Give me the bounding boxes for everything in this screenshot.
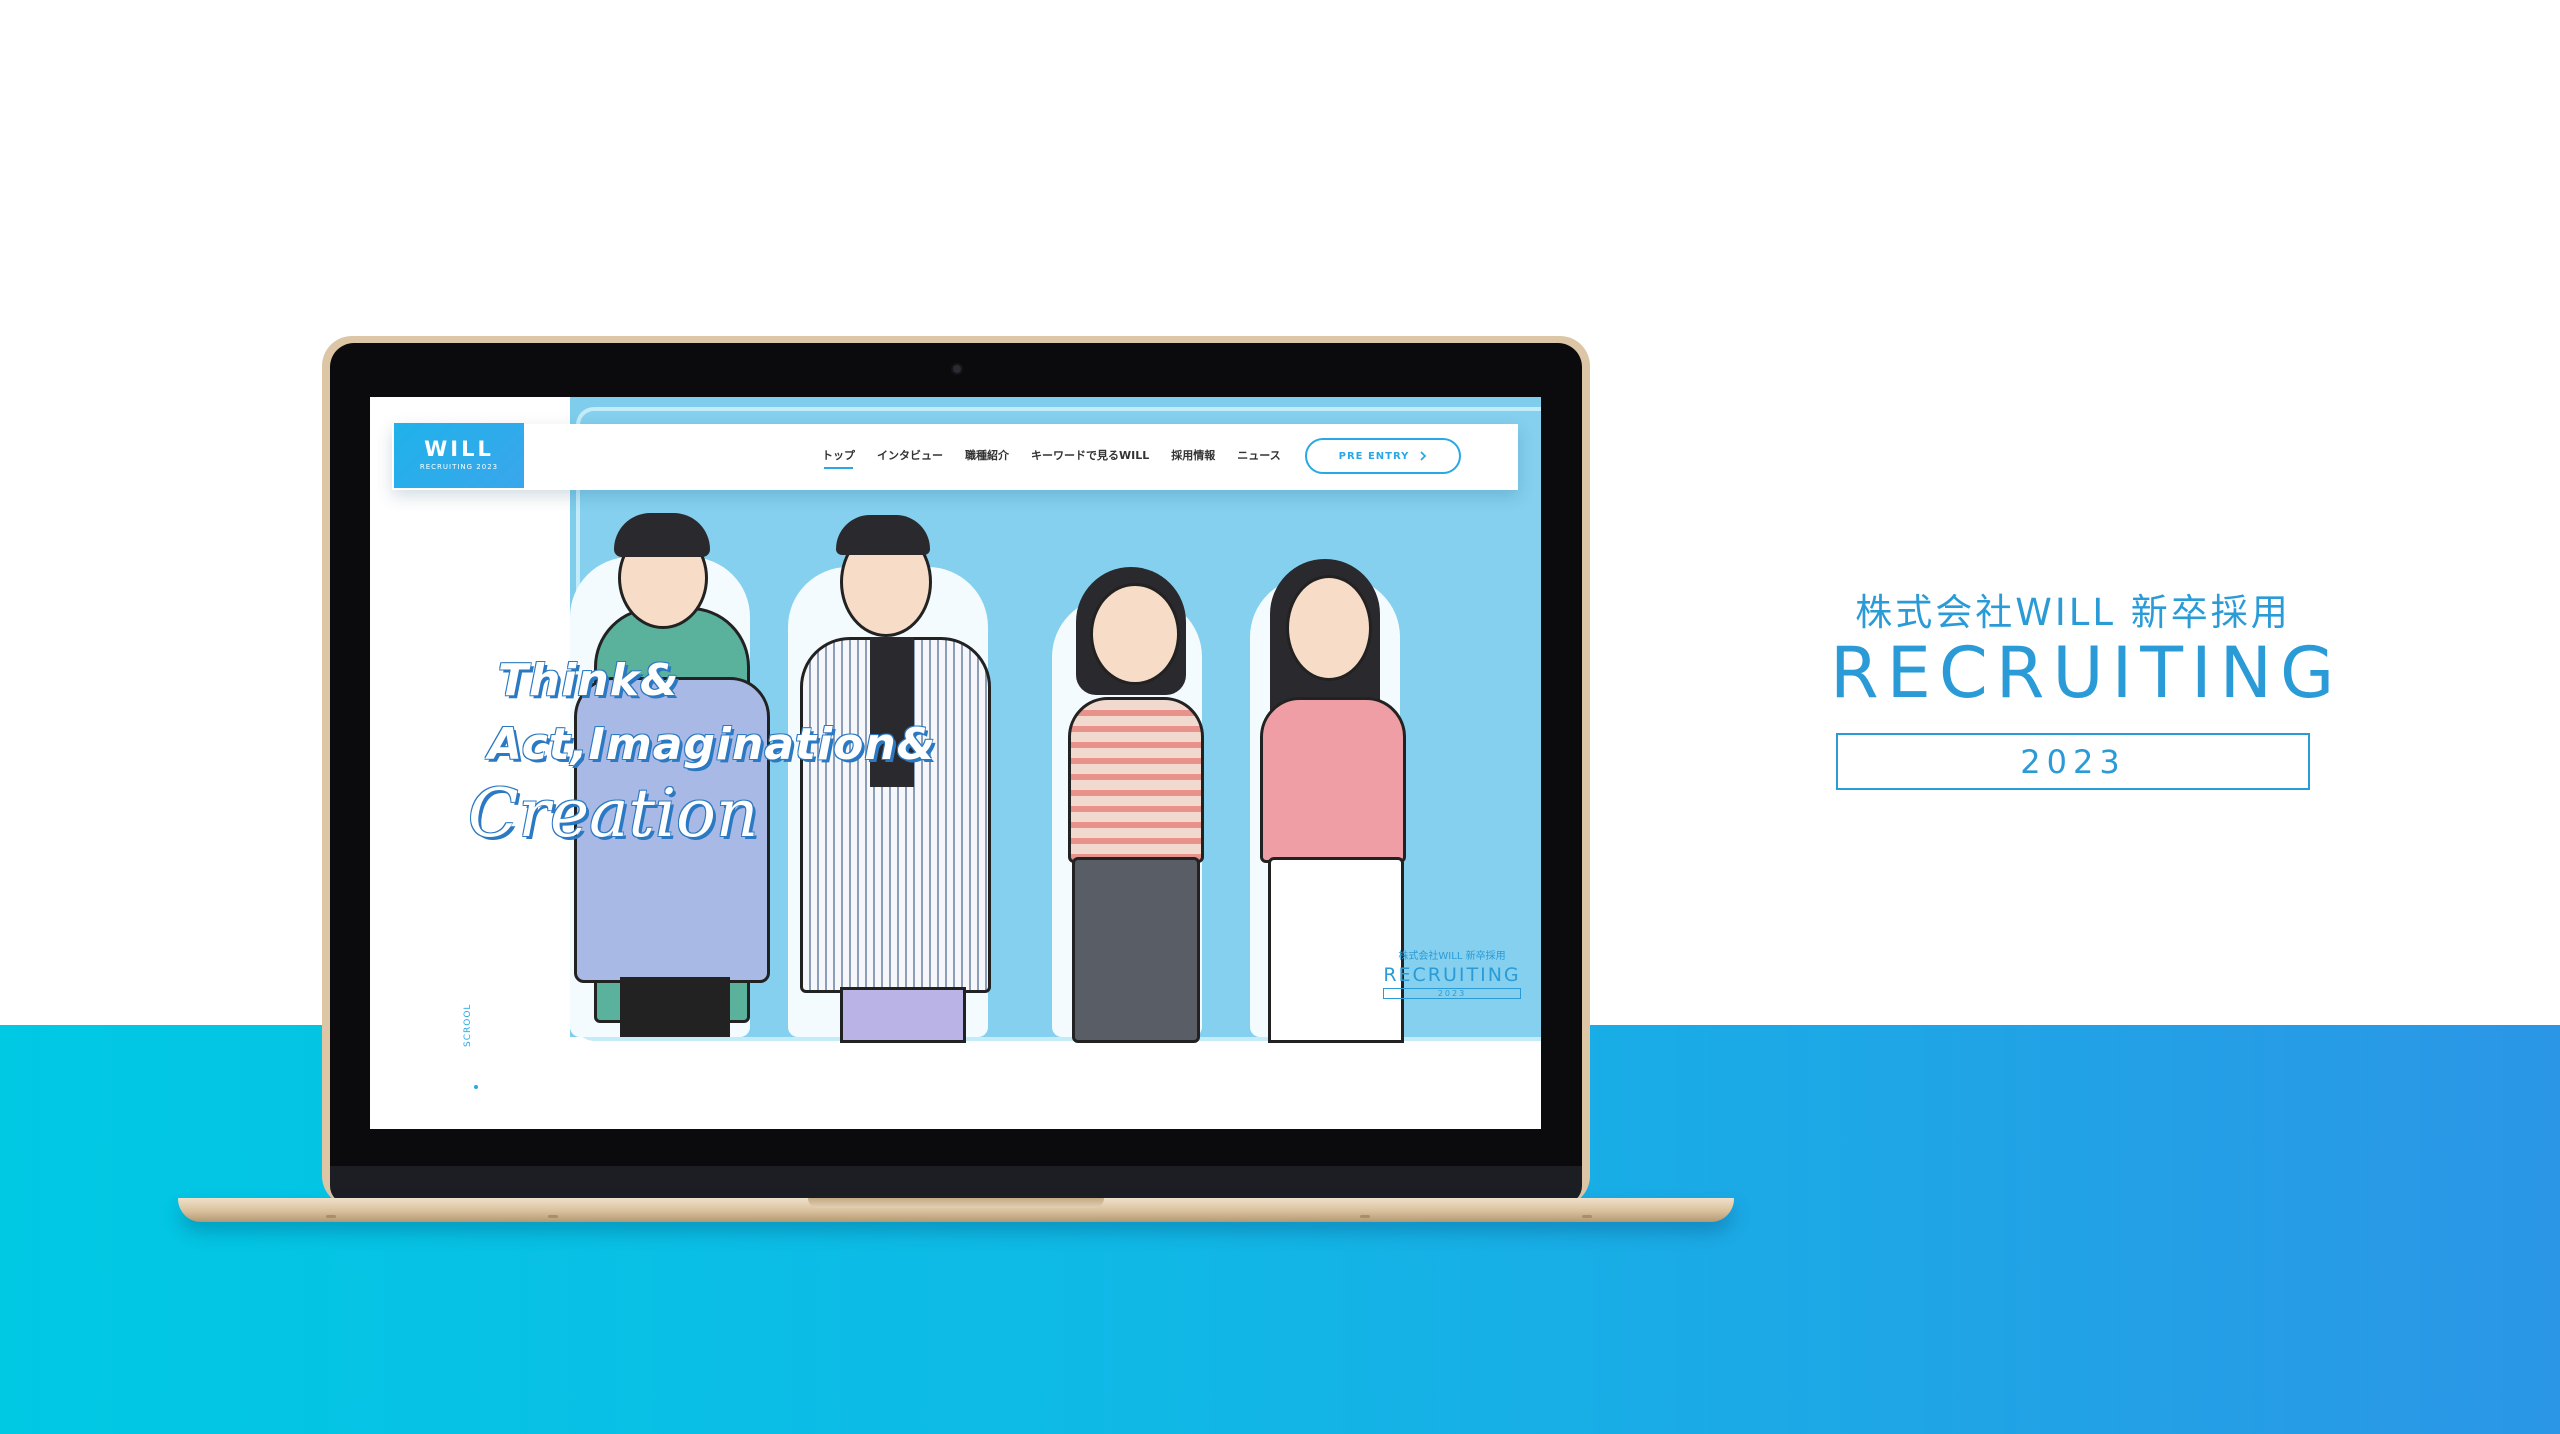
laptop-notch (808, 1198, 1104, 1208)
hair (614, 513, 710, 557)
cardigan (1260, 697, 1406, 863)
logo-subtitle: RECRUITING 2023 (419, 463, 499, 471)
hero-badge: 株式会社WILL 新卒採用 RECRUITING 2023 (1377, 947, 1527, 999)
hero-badge-title: RECRUITING (1383, 964, 1521, 986)
pants (840, 987, 966, 1043)
camera-icon (953, 365, 961, 373)
hero-badge-company: 株式会社WILL 新卒採用 (1398, 951, 1506, 962)
slogan-line2: Act,Imagination& (488, 719, 937, 770)
nav-item-jobs[interactable]: 職種紹介 (965, 447, 1009, 469)
head (1286, 575, 1372, 681)
scroll-indicator-dot (474, 1085, 478, 1089)
head (1090, 583, 1180, 685)
nav-item-interview[interactable]: インタビュー (877, 447, 943, 469)
slogan-line3: Creation (468, 775, 759, 852)
hair (836, 515, 930, 555)
nav-item-recruit-info[interactable]: 採用情報 (1171, 447, 1215, 469)
site-logo[interactable]: WILL RECRUITING 2023 (394, 423, 524, 488)
striped-sweater (1068, 697, 1204, 863)
promo-company: 株式会社WILL 新卒採用 (1855, 591, 2291, 634)
logo-word: WILL (424, 437, 494, 461)
laptop-foot (1360, 1215, 1370, 1218)
hero-badge-year: 2023 (1383, 988, 1521, 999)
laptop-screen: Think& Act,Imagination& Creation 株式会社WIL… (370, 397, 1541, 1129)
nav-item-news[interactable]: ニュース (1237, 447, 1280, 469)
nav-item-top[interactable]: トップ (822, 447, 855, 469)
pre-entry-button[interactable]: PRE ENTRY (1305, 438, 1461, 474)
pants (1072, 857, 1200, 1043)
slogan-line1: Think& (498, 655, 680, 706)
promo-year-box: 2023 (1836, 733, 2310, 790)
laptop-foot (548, 1215, 558, 1218)
scroll-indicator-label[interactable]: SCROOL (463, 1004, 473, 1047)
laptop-foot (326, 1215, 336, 1218)
laptop-foot (1582, 1215, 1592, 1218)
main-nav: トップ インタビュー 職種紹介 キーワードで見るWILL 採用情報 ニュース (822, 447, 1281, 469)
promo-title: RECRUITING (1830, 632, 2343, 714)
nav-item-keywords[interactable]: キーワードで見るWILL (1031, 447, 1149, 469)
promo-year: 2023 (2020, 742, 2126, 781)
chevron-right-icon (1420, 451, 1427, 461)
pants (620, 977, 730, 1037)
pre-entry-label: PRE ENTRY (1338, 450, 1410, 462)
